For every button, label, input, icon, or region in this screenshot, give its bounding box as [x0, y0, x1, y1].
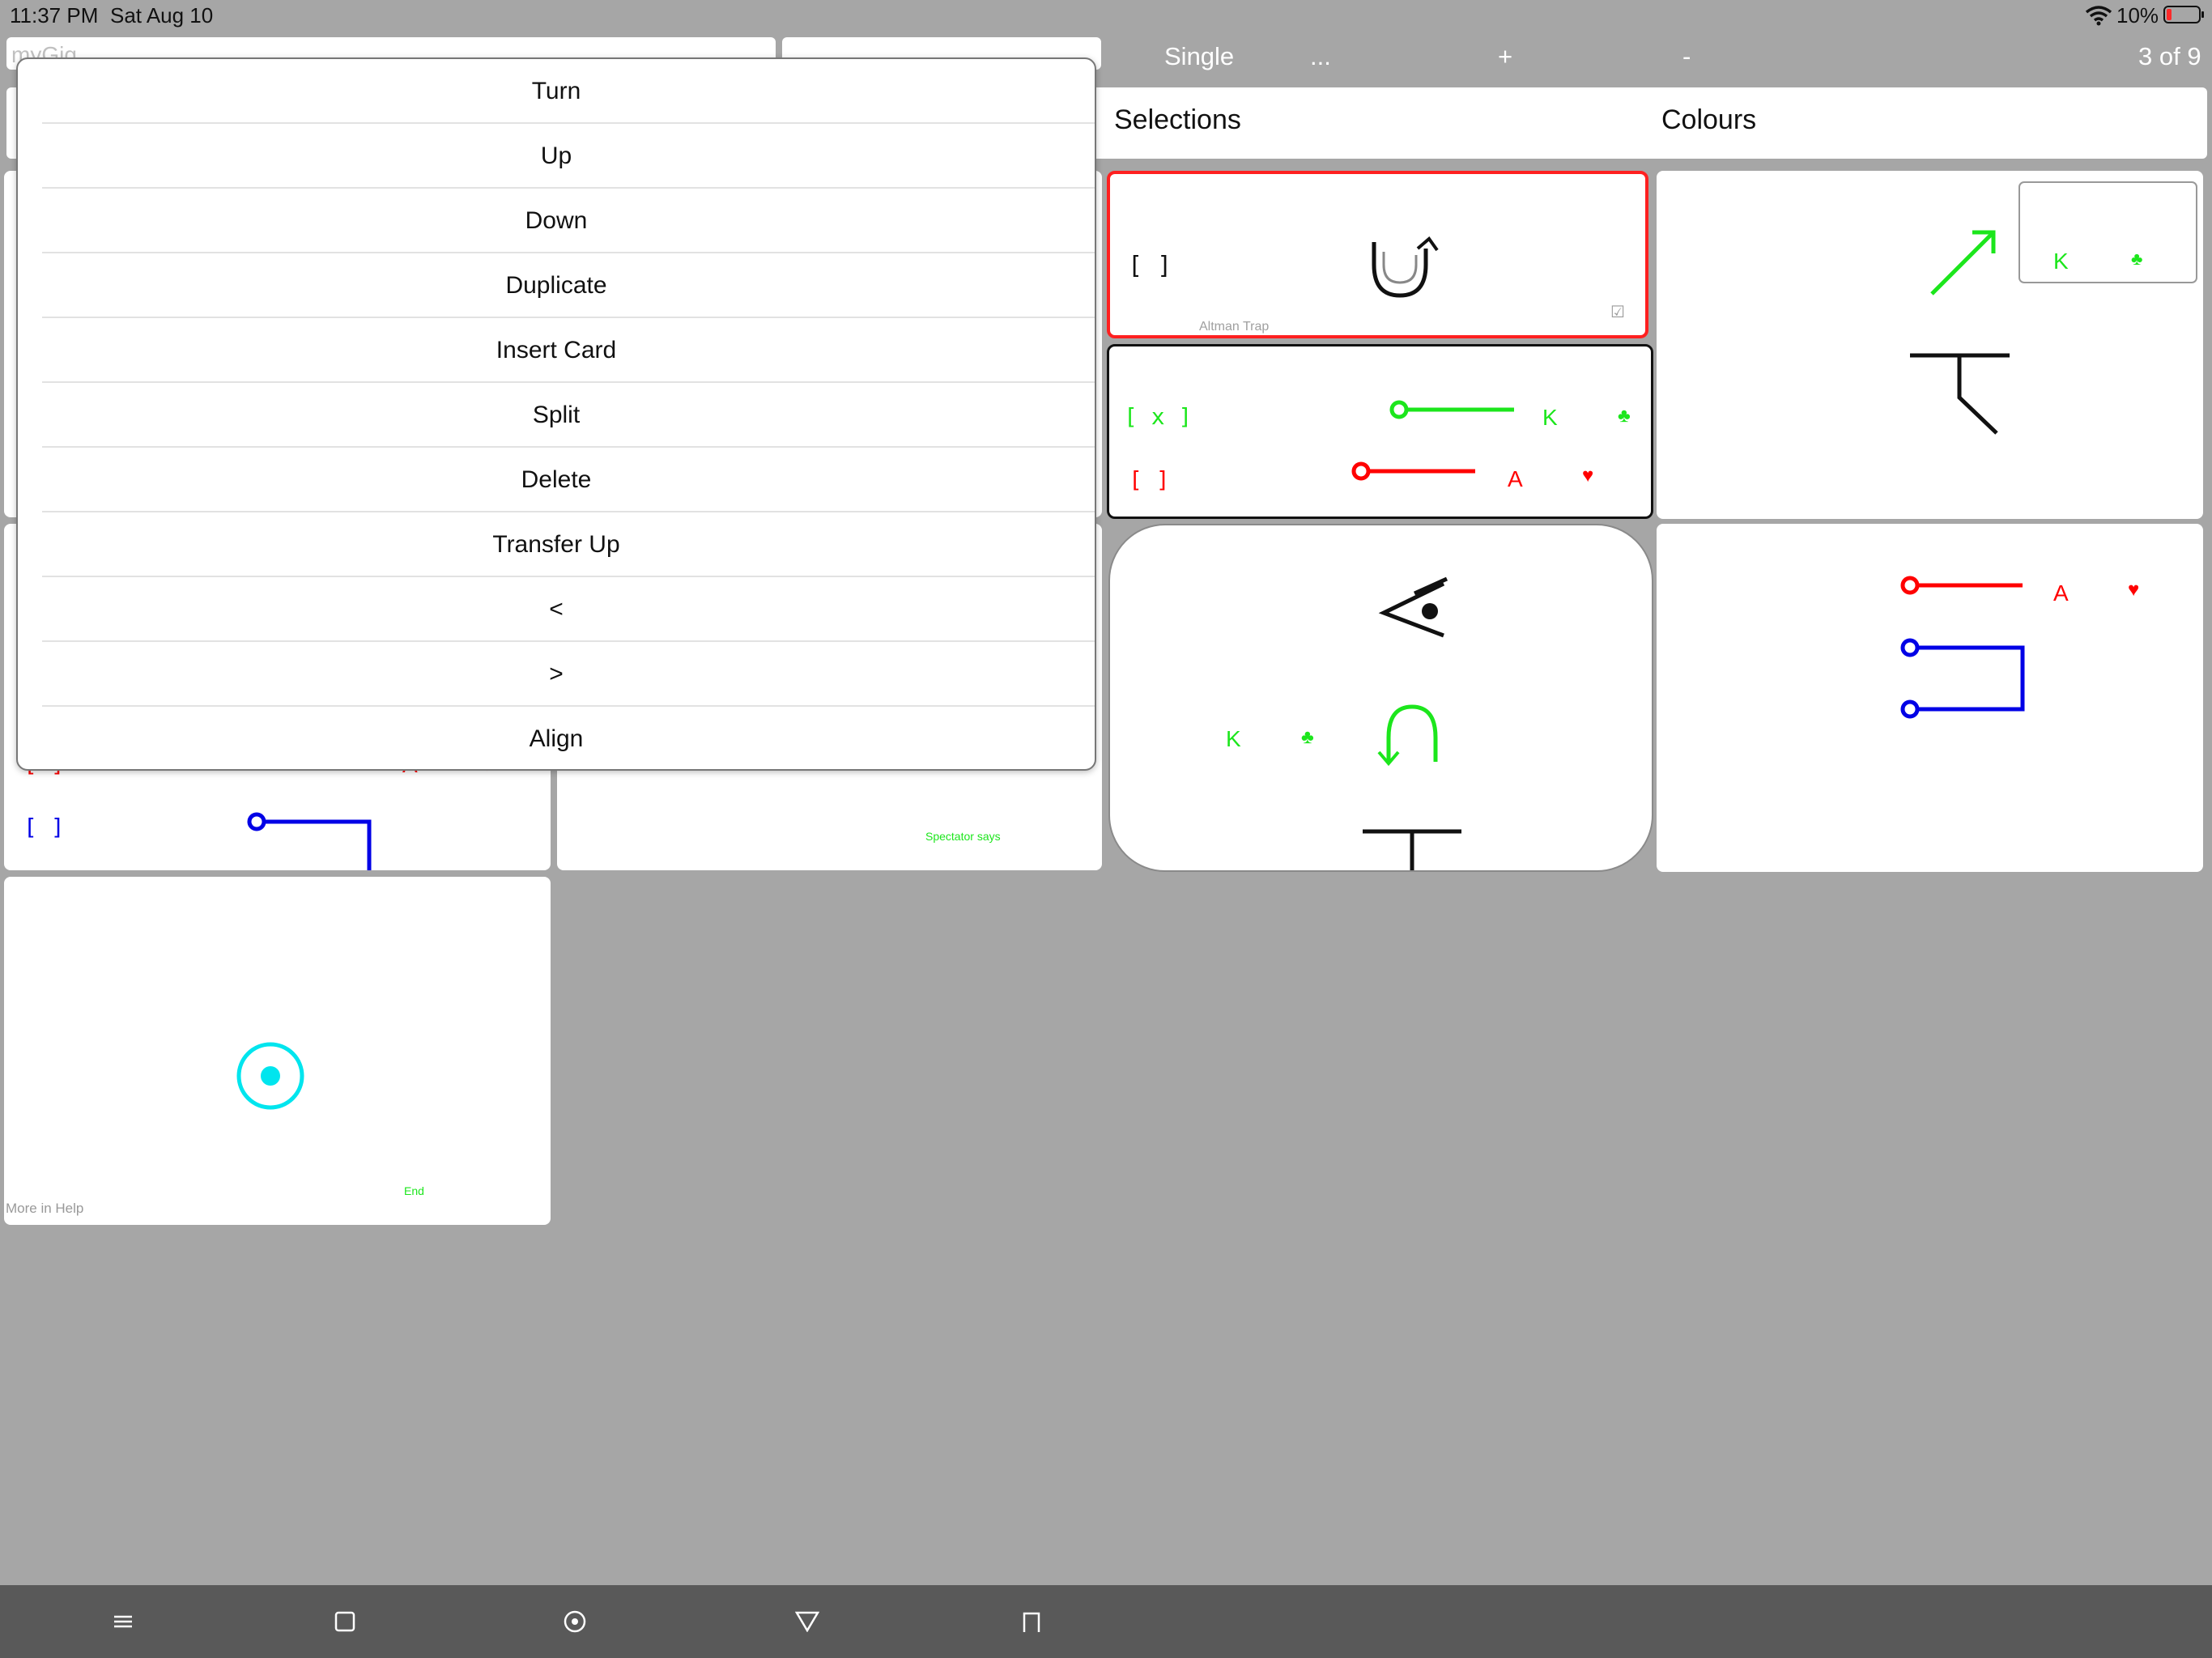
menu-item-turn[interactable]: Turn	[18, 59, 1095, 124]
menu-item-down[interactable]: Down	[18, 189, 1095, 253]
menu-item-delete[interactable]: Delete	[18, 448, 1095, 512]
colours-bottom-shapes	[1900, 576, 2025, 719]
target-shape	[236, 1042, 304, 1110]
context-menu: Turn Up Down Duplicate Insert Card Split…	[16, 57, 1096, 771]
square-icon[interactable]	[313, 1585, 377, 1658]
mode-single-button[interactable]: Single	[1164, 42, 1234, 71]
u-turn-icon	[1372, 236, 1439, 298]
colours-bottom-suit: ♥	[2128, 579, 2140, 601]
card-footer-help: More in Help	[6, 1201, 84, 1216]
card-caption: Altman Trap	[1199, 320, 1270, 334]
colours-top-shapes	[1910, 181, 2197, 435]
colours-top-rank: K	[2053, 249, 2069, 274]
red-suit: ♥	[1582, 465, 1594, 487]
menu-item-up[interactable]: Up	[18, 124, 1095, 189]
menu-item-insert-card[interactable]: Insert Card	[18, 318, 1095, 383]
card-colours-top[interactable]: K ♣	[1657, 171, 2203, 519]
triangle-icon[interactable]	[775, 1585, 840, 1658]
eye-card-suit: ♣	[1301, 726, 1314, 748]
green-rank: K	[1542, 405, 1558, 430]
battery-percent: 10%	[2116, 3, 2159, 28]
colours-bottom-rank: A	[2053, 580, 2069, 606]
status-date: Sat Aug 10	[110, 3, 214, 28]
header-selections: Selections	[1114, 104, 1241, 135]
menu-icon[interactable]	[91, 1585, 155, 1658]
card-eye[interactable]: K ♣	[1108, 524, 1653, 872]
colours-top-suit: ♣	[2131, 249, 2143, 269]
bottom-toolbar	[0, 1585, 2212, 1658]
menu-item-duplicate[interactable]: Duplicate	[18, 253, 1095, 318]
menu-item-previous[interactable]: <	[18, 577, 1095, 642]
eye-card-shapes	[1363, 576, 1461, 870]
bracket-icon[interactable]	[999, 1585, 1064, 1658]
more-button[interactable]: ...	[1310, 42, 1331, 71]
card-end[interactable]: End More in Help	[4, 877, 551, 1225]
menu-item-align[interactable]: Align	[18, 707, 1095, 772]
red-rank: A	[1508, 466, 1523, 491]
card-spectator-caption: Spectator says	[925, 830, 1001, 843]
page-counter: 3 of 9	[2138, 42, 2201, 70]
green-suit: ♣	[1618, 405, 1631, 427]
battery-icon	[2163, 5, 2206, 24]
add-button[interactable]: +	[1498, 42, 1512, 71]
card-selections[interactable]: [ x ] [ ] K ♣ A ♥	[1107, 344, 1653, 519]
menu-item-transfer-up[interactable]: Transfer Up	[18, 512, 1095, 577]
menu-item-split[interactable]: Split	[18, 383, 1095, 448]
target-icon[interactable]	[542, 1585, 607, 1658]
status-time: 11:37 PM	[10, 3, 99, 28]
wifi-icon	[2085, 5, 2112, 26]
card-colours-bottom[interactable]: A ♥	[1657, 524, 2203, 872]
checkbox-icon[interactable]: ☑	[1610, 302, 1625, 322]
card-end-label: End	[404, 1184, 424, 1197]
header-colours: Colours	[1661, 104, 1757, 135]
arrow-icon	[1930, 231, 1995, 295]
eye-card-rank: K	[1226, 726, 1241, 751]
selection-lines	[1351, 400, 1514, 481]
remove-button[interactable]: -	[1682, 42, 1691, 71]
card-altman-trap[interactable]: [ ] Altman Trap ☑	[1107, 171, 1648, 338]
menu-item-next[interactable]: >	[18, 642, 1095, 707]
